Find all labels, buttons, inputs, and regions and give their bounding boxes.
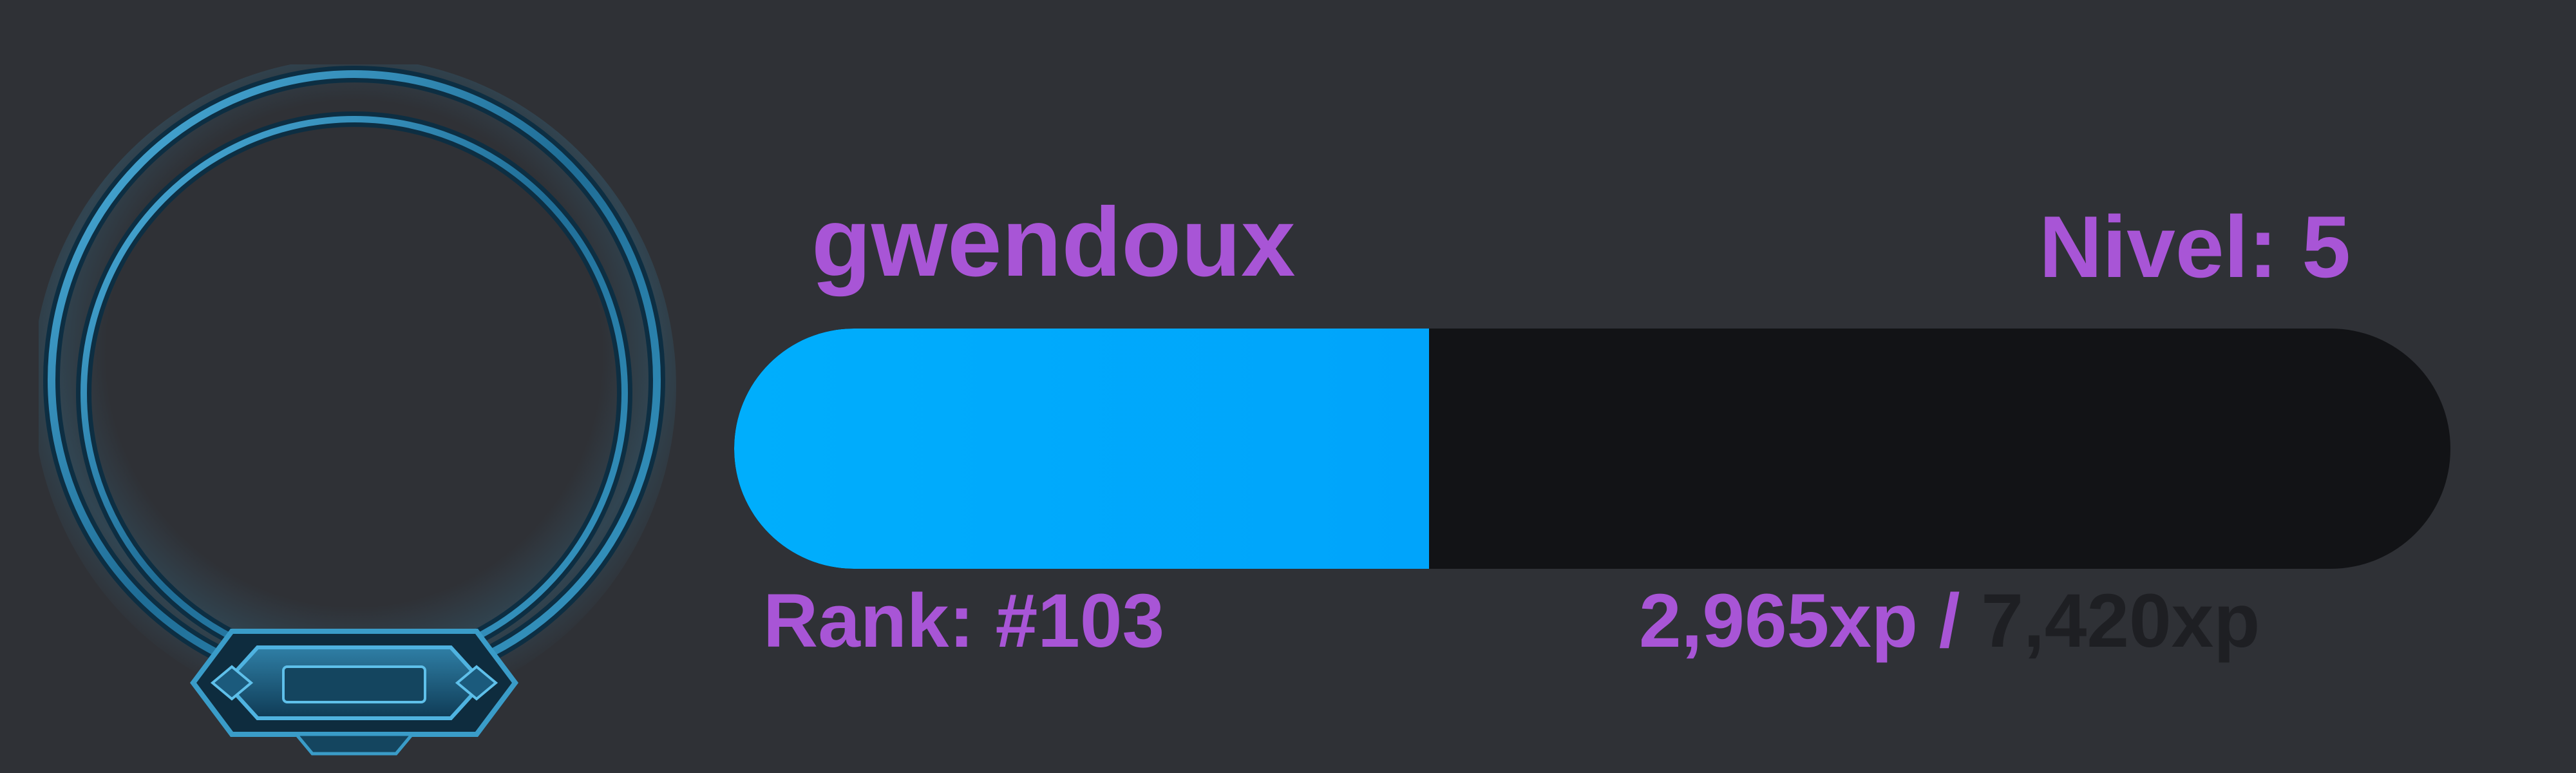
xp-total: 7,420xp — [1981, 578, 2260, 663]
avatar-frame-icon — [39, 64, 683, 760]
xp-separator: / — [1918, 578, 1982, 663]
xp-progress-fill — [734, 329, 1430, 569]
rank-label: Rank: #103 — [763, 578, 1165, 663]
xp-current: 2,965xp — [1639, 578, 1918, 663]
xp-readout: 2,965xp / 7,420xp — [1639, 583, 2260, 659]
level-label: Nivel: 5 — [2039, 198, 2351, 296]
rank-card: gwendoux Nivel: 5 Rank: #103 2,965xp / 7… — [0, 0, 2576, 773]
xp-progress-bar — [734, 329, 2450, 569]
username: gwendoux — [811, 187, 1296, 297]
